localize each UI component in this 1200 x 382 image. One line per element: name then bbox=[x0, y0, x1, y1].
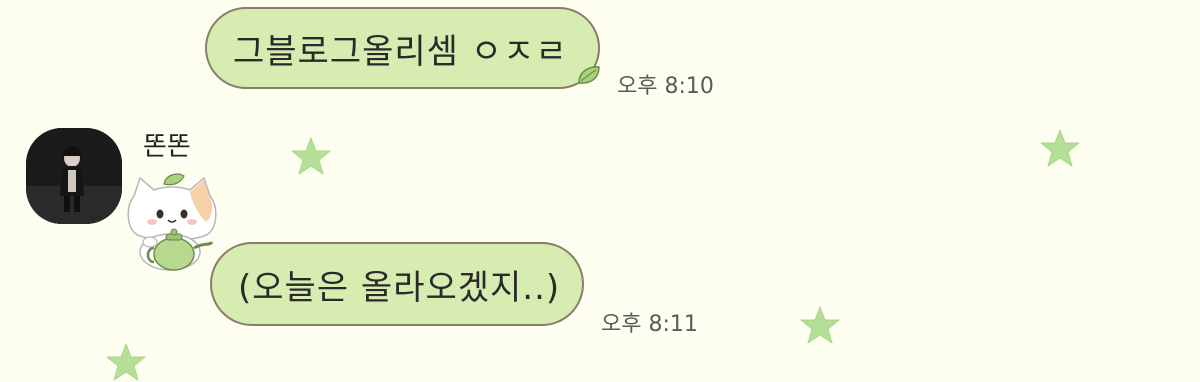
star-icon bbox=[800, 306, 840, 344]
star-icon bbox=[291, 137, 331, 175]
cat-with-teapot-sticker[interactable] bbox=[120, 172, 224, 276]
sender-name: 똔똔 bbox=[143, 132, 191, 162]
message-text: (오늘은 올라오겠지..) bbox=[238, 267, 561, 308]
message-text: 그블로그올리셈 ㅇㅈㄹ bbox=[233, 31, 568, 72]
incoming-message-bubble[interactable]: (오늘은 올라오겠지..) bbox=[210, 242, 584, 326]
message-timestamp: 오후 8:11 bbox=[601, 312, 698, 337]
outgoing-message-bubble[interactable]: 그블로그올리셈 ㅇㅈㄹ bbox=[205, 7, 600, 89]
leaf-icon bbox=[578, 66, 600, 84]
chat-area[interactable]: 그블로그올리셈 ㅇㅈㄹ 오후 8:10 똔똔 (오늘은 올라오겠지..) 오후 … bbox=[0, 0, 1200, 381]
star-icon bbox=[106, 343, 146, 381]
star-icon bbox=[1040, 129, 1080, 167]
avatar[interactable] bbox=[26, 128, 122, 224]
message-timestamp: 오후 8:10 bbox=[617, 74, 714, 99]
profile-photo bbox=[26, 128, 122, 224]
